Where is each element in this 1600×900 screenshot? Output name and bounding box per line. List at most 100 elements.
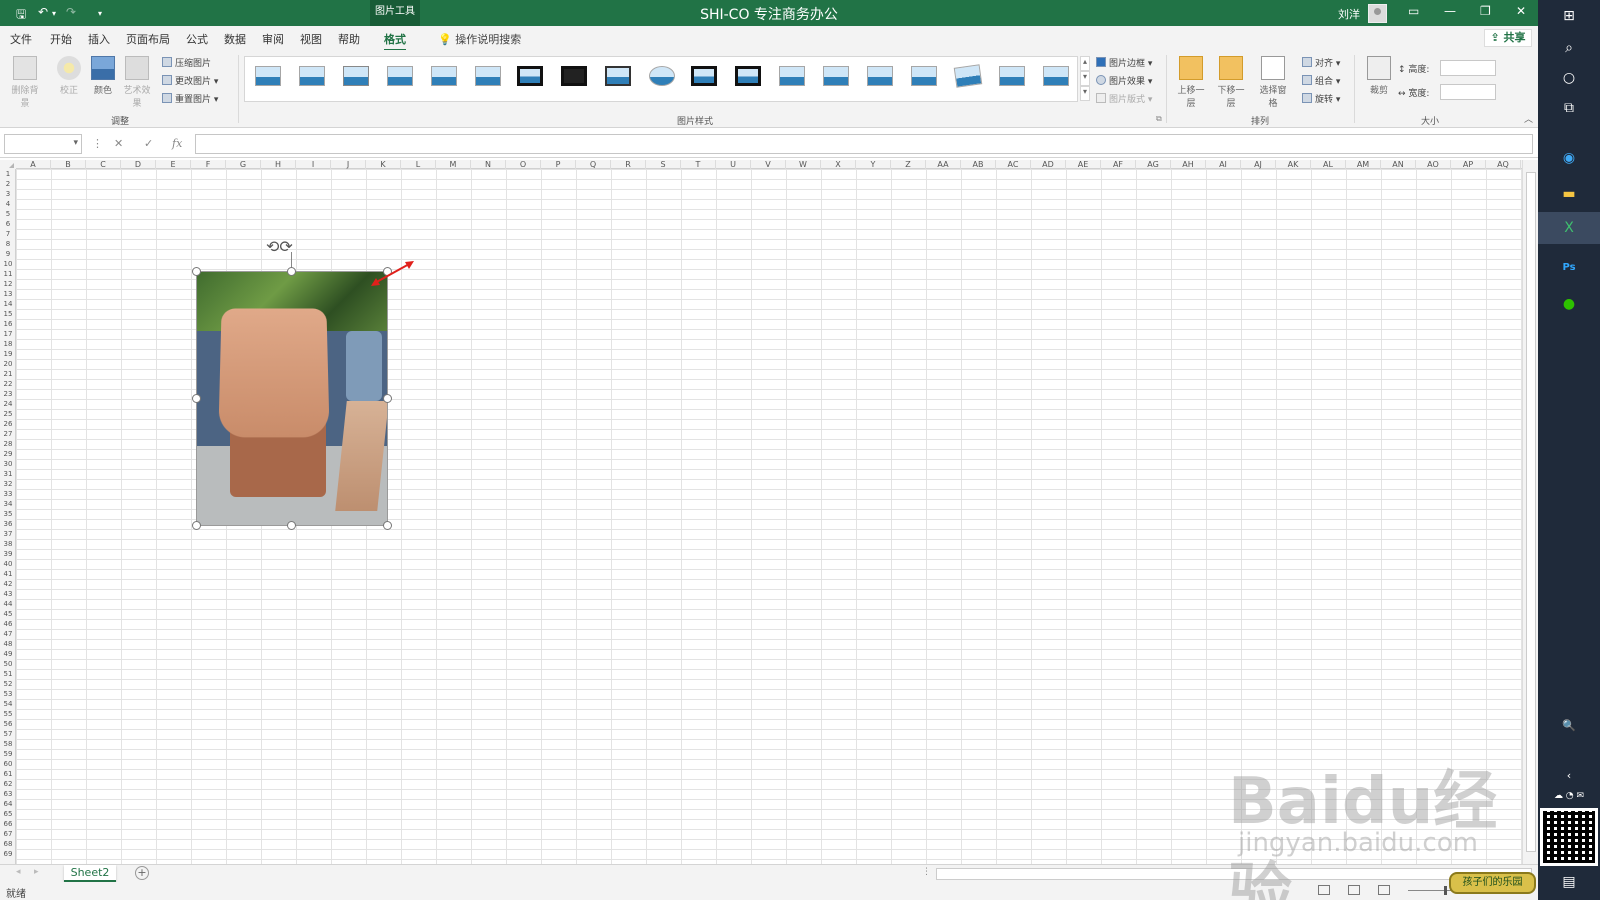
row-label[interactable]: 63: [0, 789, 16, 799]
row-label[interactable]: 24: [0, 399, 16, 409]
row-label[interactable]: 29: [0, 449, 16, 459]
column-label[interactable]: Q: [576, 160, 611, 169]
row-label[interactable]: 26: [0, 419, 16, 429]
cortana-icon[interactable]: ○: [1559, 68, 1579, 88]
task-view-icon[interactable]: ⧉: [1559, 98, 1579, 118]
row-label[interactable]: 48: [0, 639, 16, 649]
rotate-handle-icon[interactable]: ⟲⟳: [266, 238, 300, 256]
minimize-icon[interactable]: —: [1444, 4, 1456, 18]
tab-help[interactable]: 帮助: [338, 31, 360, 47]
tab-home[interactable]: 开始: [50, 31, 72, 47]
row-label[interactable]: 51: [0, 669, 16, 679]
row-label[interactable]: 17: [0, 329, 16, 339]
column-label[interactable]: AM: [1346, 160, 1381, 169]
column-label[interactable]: U: [716, 160, 751, 169]
row-label[interactable]: 32: [0, 479, 16, 489]
column-label[interactable]: Z: [891, 160, 926, 169]
picture-style-thumbnail[interactable]: [867, 66, 893, 86]
notification-icon[interactable]: ▤: [1559, 872, 1579, 892]
select-all-icon[interactable]: [0, 160, 16, 169]
row-label[interactable]: 54: [0, 699, 16, 709]
crop-button[interactable]: 裁剪: [1362, 56, 1396, 96]
tab-view[interactable]: 视图: [300, 31, 322, 47]
picture-style-thumbnail[interactable]: [823, 66, 849, 86]
column-label[interactable]: D: [121, 160, 156, 169]
row-label[interactable]: 65: [0, 809, 16, 819]
row-label[interactable]: 57: [0, 729, 16, 739]
row-label[interactable]: 9: [0, 249, 16, 259]
row-label[interactable]: 62: [0, 779, 16, 789]
row-label[interactable]: 25: [0, 409, 16, 419]
align-button[interactable]: 对齐 ▾: [1302, 56, 1340, 69]
compress-pictures-button[interactable]: 压缩图片: [162, 56, 211, 69]
row-label[interactable]: 61: [0, 769, 16, 779]
row-label[interactable]: 28: [0, 439, 16, 449]
row-label[interactable]: 20: [0, 359, 16, 369]
tab-file[interactable]: 文件: [10, 31, 32, 47]
row-label[interactable]: 53: [0, 689, 16, 699]
row-label[interactable]: 2: [0, 179, 16, 189]
width-input[interactable]: [1440, 84, 1496, 100]
column-label[interactable]: O: [506, 160, 541, 169]
change-picture-button[interactable]: 更改图片 ▾: [162, 74, 218, 87]
picture-border-button[interactable]: 图片边框 ▾: [1096, 56, 1152, 69]
picture-style-thumbnail[interactable]: [517, 66, 543, 86]
picture-style-thumbnail[interactable]: [299, 66, 325, 86]
row-label[interactable]: 66: [0, 819, 16, 829]
row-label[interactable]: 31: [0, 469, 16, 479]
row-label[interactable]: 64: [0, 799, 16, 809]
row-label[interactable]: 35: [0, 509, 16, 519]
picture-style-thumbnail[interactable]: [649, 66, 675, 86]
row-label[interactable]: 44: [0, 599, 16, 609]
row-label[interactable]: 34: [0, 499, 16, 509]
picture-style-thumbnail[interactable]: [475, 66, 501, 86]
picture-layout-button[interactable]: 图片版式 ▾: [1096, 92, 1152, 105]
sheet-tab[interactable]: Sheet2: [64, 865, 116, 882]
row-label[interactable]: 59: [0, 749, 16, 759]
row-label[interactable]: 6: [0, 219, 16, 229]
row-label[interactable]: 5: [0, 209, 16, 219]
column-label[interactable]: P: [541, 160, 576, 169]
tray-icons[interactable]: ☁ ◔ ✉: [1544, 786, 1594, 806]
picture-style-thumbnail[interactable]: [953, 64, 983, 88]
column-label[interactable]: I: [296, 160, 331, 169]
row-label[interactable]: 41: [0, 569, 16, 579]
reset-picture-button[interactable]: 重置图片 ▾: [162, 92, 218, 105]
gallery-scroll-up-icon[interactable]: ▴: [1080, 56, 1090, 71]
picture-style-thumbnail[interactable]: [1043, 66, 1069, 86]
user-name[interactable]: 刘洋: [1338, 6, 1360, 22]
picture-style-thumbnail[interactable]: [343, 66, 369, 86]
windows-icon[interactable]: ⊞: [1559, 6, 1579, 26]
tab-formulas[interactable]: 公式: [186, 31, 208, 47]
remove-background-button[interactable]: 删除背景: [8, 56, 42, 109]
share-button[interactable]: ⇪ 共享: [1484, 29, 1532, 47]
column-label[interactable]: B: [51, 160, 86, 169]
column-label[interactable]: Y: [856, 160, 891, 169]
chevron-left-icon[interactable]: ‹: [1559, 766, 1579, 786]
insert-function-icon[interactable]: fx: [172, 137, 182, 150]
picture-effects-button[interactable]: 图片效果 ▾: [1096, 74, 1152, 87]
column-label[interactable]: X: [821, 160, 856, 169]
row-label[interactable]: 47: [0, 629, 16, 639]
row-label[interactable]: 12: [0, 279, 16, 289]
column-label[interactable]: H: [261, 160, 296, 169]
picture-style-thumbnail[interactable]: [691, 66, 717, 86]
column-label[interactable]: M: [436, 160, 471, 169]
gallery-scroll-down-icon[interactable]: ▾: [1080, 71, 1090, 86]
row-label[interactable]: 23: [0, 389, 16, 399]
tell-me-search[interactable]: 💡 操作说明搜索: [438, 31, 521, 47]
row-label[interactable]: 50: [0, 659, 16, 669]
row-label[interactable]: 33: [0, 489, 16, 499]
column-label[interactable]: AO: [1416, 160, 1451, 169]
row-label[interactable]: 39: [0, 549, 16, 559]
row-label[interactable]: 19: [0, 349, 16, 359]
column-label[interactable]: AN: [1381, 160, 1416, 169]
column-label[interactable]: J: [331, 160, 366, 169]
picture-style-thumbnail[interactable]: [431, 66, 457, 86]
picture-style-thumbnail[interactable]: [255, 66, 281, 86]
row-label[interactable]: 42: [0, 579, 16, 589]
color-button[interactable]: 颜色: [86, 56, 120, 96]
row-label[interactable]: 10: [0, 259, 16, 269]
column-label[interactable]: AG: [1136, 160, 1171, 169]
column-label[interactable]: C: [86, 160, 121, 169]
